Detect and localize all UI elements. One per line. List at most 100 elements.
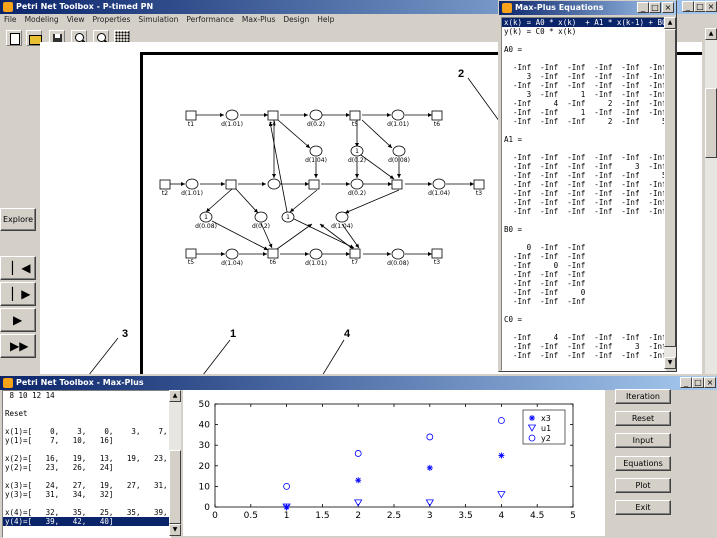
exit-button[interactable]: Exit <box>615 500 671 515</box>
results-listbox[interactable]: 8 10 12 14 Reset x(1)=[ 0, 3, 0, 3, 7, 8, … <box>2 390 171 538</box>
svg-text:t5: t5 <box>188 259 194 266</box>
result-line[interactable] <box>3 499 170 508</box>
svg-text:1: 1 <box>204 214 208 221</box>
equation-line[interactable]: -Inf -Inf -Inf <box>502 297 665 306</box>
equation-line[interactable]: x(k) = A0 * x(k) + A1 * x(k-1) + B0 * u(… <box>502 18 665 27</box>
equation-line[interactable]: -Inf -Inf -Inf -Inf -Inf -Inf -Inf <box>502 189 665 198</box>
y-tick-label: 30 <box>199 441 211 451</box>
equation-line[interactable]: -Inf 0 -Inf <box>502 261 665 270</box>
equation-line[interactable]: -Inf -Inf 0 <box>502 288 665 297</box>
results-scrollbar[interactable]: ▲ ▼ <box>169 390 181 536</box>
callout-4: 4 <box>344 328 351 340</box>
equation-line[interactable]: -Inf -Inf -Inf <box>502 279 665 288</box>
eq-close-button[interactable]: × <box>662 2 674 13</box>
results-scroll-thumb[interactable] <box>169 450 181 524</box>
equation-line[interactable]: 3 -Inf 1 -Inf -Inf -Inf -Inf <box>502 90 665 99</box>
svg-text:t2: t2 <box>162 190 168 197</box>
result-line[interactable] <box>3 445 170 454</box>
equation-line[interactable]: A0 = <box>502 45 665 54</box>
svg-text:t1: t1 <box>188 121 194 128</box>
equation-line[interactable]: -Inf -Inf -Inf -Inf -Inf -Inf -Inf <box>502 180 665 189</box>
eq-scroll-up[interactable]: ▲ <box>664 17 676 29</box>
result-line[interactable]: x(2)=[ 16, 19, 13, 19, 23, 14, 21] <box>3 454 170 463</box>
result-line[interactable] <box>3 400 170 409</box>
equation-line[interactable]: y(k) = C0 * x(k) <box>502 27 665 36</box>
equation-line[interactable]: B0 = <box>502 225 665 234</box>
mp-close-button[interactable]: × <box>704 377 716 388</box>
result-line[interactable]: y(3)=[ 31, 34, 32] <box>3 490 170 499</box>
result-line[interactable]: 8 10 12 14 <box>3 391 170 400</box>
equation-line[interactable] <box>502 306 665 315</box>
equation-line[interactable] <box>502 126 665 135</box>
iteration-button[interactable]: Iteration <box>615 389 671 404</box>
equation-line[interactable]: -Inf -Inf -Inf -Inf -Inf -Inf -Inf <box>502 207 665 216</box>
equation-line[interactable]: -Inf -Inf -Inf -Inf -Inf -Inf -Inf <box>502 63 665 72</box>
equation-line[interactable]: -Inf -Inf -Inf 2 -Inf 5 -Inf <box>502 117 665 126</box>
result-line[interactable]: y(1)=[ 7, 10, 16] <box>3 436 170 445</box>
equation-line[interactable] <box>502 324 665 333</box>
maxplus-window: Petri Net Toolbox - Max-Plus _ □ × 8 10 … <box>0 374 717 538</box>
svg-text:d(1.01): d(1.01) <box>387 121 409 128</box>
equation-line[interactable]: 0 -Inf -Inf <box>502 243 665 252</box>
equation-line[interactable]: -Inf -Inf -Inf -Inf 3 -Inf -Inf <box>502 162 665 171</box>
x-tick-label: 1 <box>284 511 290 521</box>
plot-button[interactable]: Plot <box>615 478 671 493</box>
y-tick-label: 50 <box>199 400 211 410</box>
x-tick-label: 1.5 <box>315 511 329 521</box>
equation-line[interactable]: -Inf -Inf -Inf <box>502 270 665 279</box>
equation-line[interactable] <box>502 234 665 243</box>
reset-button[interactable]: Reset <box>615 411 671 426</box>
equations-listbox[interactable]: x(k) = A0 * x(k) + A1 * x(k-1) + B0 * u(… <box>501 17 666 371</box>
result-line[interactable]: y(4)=[ 39, 42, 40] <box>3 517 170 526</box>
x-tick-label: 3.5 <box>458 511 472 521</box>
svg-text:d(0.08): d(0.08) <box>387 260 409 267</box>
eq-maximize-button[interactable]: □ <box>649 2 661 13</box>
equations-button[interactable]: Equations <box>615 456 671 471</box>
svg-text:1: 1 <box>286 214 290 221</box>
legend-label: u1 <box>541 424 551 433</box>
svg-text:t3: t3 <box>476 190 482 197</box>
equation-line[interactable]: -Inf -Inf -Inf -Inf -Inf -Inf 3 <box>502 153 665 162</box>
result-line[interactable]: x(3)=[ 24, 27, 19, 27, 31, 20, 29] <box>3 481 170 490</box>
x-tick-label: 0.5 <box>244 511 258 521</box>
equation-line[interactable]: -Inf 4 -Inf -Inf -Inf -Inf -Inf <box>502 333 665 342</box>
equations-window-title: Max-Plus Equations <box>515 3 604 12</box>
input-button[interactable]: Input <box>615 433 671 448</box>
equation-line[interactable]: -Inf -Inf -Inf -Inf 3 -Inf -Inf <box>502 342 665 351</box>
equation-line[interactable]: 3 -Inf -Inf -Inf -Inf -Inf -Inf <box>502 72 665 81</box>
results-scroll-up[interactable]: ▲ <box>169 390 181 402</box>
data-point-x3 <box>355 477 362 484</box>
equation-line[interactable]: -Inf -Inf 1 -Inf -Inf -Inf -Inf <box>502 108 665 117</box>
equation-line[interactable]: A1 = <box>502 135 665 144</box>
svg-text:1: 1 <box>355 148 359 155</box>
eq-scroll-down[interactable]: ▼ <box>664 357 676 369</box>
mp-minimize-button[interactable]: _ <box>680 377 692 388</box>
data-point-y2 <box>354 450 362 457</box>
equation-line[interactable] <box>502 216 665 225</box>
equation-line[interactable] <box>502 54 665 63</box>
result-line[interactable] <box>3 472 170 481</box>
equation-line[interactable]: -Inf -Inf -Inf -Inf -Inf 5 -Inf <box>502 171 665 180</box>
legend-label: y2 <box>541 434 551 443</box>
result-line[interactable] <box>3 418 170 427</box>
equation-line[interactable]: -Inf -Inf -Inf -Inf -Inf -Inf 3 <box>502 351 665 360</box>
equation-line[interactable]: -Inf -Inf -Inf -Inf -Inf -Inf -Inf <box>502 81 665 90</box>
result-line[interactable]: Reset <box>3 409 170 418</box>
x-tick-label: 2.5 <box>387 511 401 521</box>
mp-maximize-button[interactable]: □ <box>692 377 704 388</box>
eq-scroll-thumb[interactable] <box>664 29 676 347</box>
data-point-x3 <box>426 464 433 471</box>
equation-line[interactable]: C0 = <box>502 315 665 324</box>
result-line[interactable]: x(4)=[ 32, 35, 25, 35, 39, 26, 37] <box>3 508 170 517</box>
data-point-y2 <box>426 433 434 441</box>
equations-scrollbar[interactable]: ▲ ▼ <box>664 17 676 369</box>
equation-line[interactable]: -Inf -Inf -Inf -Inf -Inf -Inf -Inf <box>502 198 665 207</box>
result-line[interactable]: y(2)=[ 23, 26, 24] <box>3 463 170 472</box>
eq-minimize-button[interactable]: _ <box>637 2 649 13</box>
equation-line[interactable] <box>502 36 665 45</box>
equation-line[interactable] <box>502 144 665 153</box>
results-scroll-down[interactable]: ▼ <box>169 524 181 536</box>
equation-line[interactable]: -Inf -Inf -Inf <box>502 252 665 261</box>
result-line[interactable]: x(1)=[ 0, 3, 0, 3, 7, 8, 13] <box>3 427 170 436</box>
equation-line[interactable]: -Inf 4 -Inf 2 -Inf -Inf -Inf <box>502 99 665 108</box>
